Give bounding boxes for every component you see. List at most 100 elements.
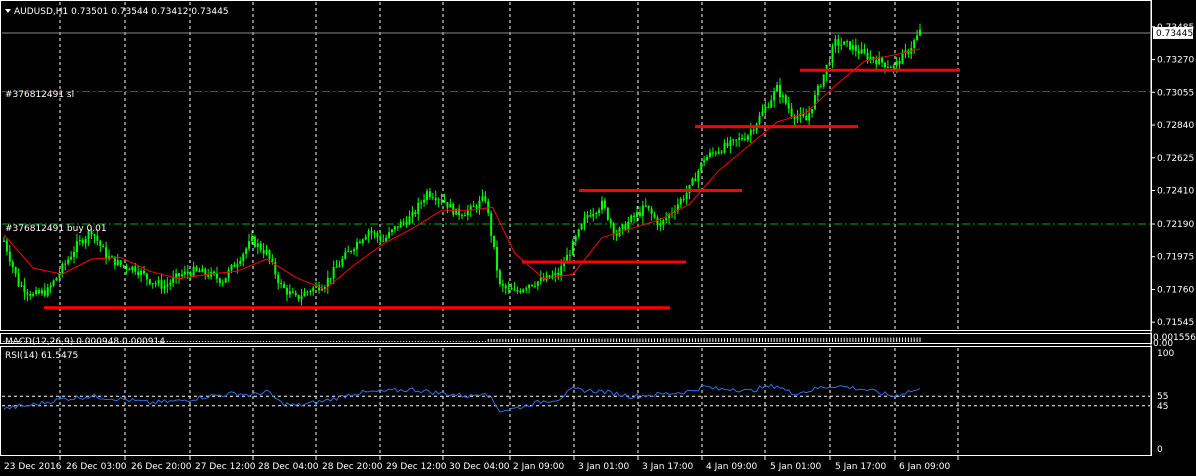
- candle-body: [466, 210, 469, 216]
- candle-body: [151, 283, 154, 285]
- candle-body: [781, 95, 784, 98]
- time-axis: 23 Dec 2016 26 Dec 03:00 26 Dec 20:00 27 De…: [4, 456, 959, 472]
- candle-body: [691, 178, 694, 186]
- candle-body: [312, 287, 315, 292]
- candle-body: [700, 162, 703, 171]
- time-tick-label: 28 Dec 20:00: [322, 462, 383, 472]
- candle-body: [554, 272, 557, 276]
- candle-body: [437, 199, 440, 201]
- candle-body: [294, 292, 297, 296]
- candle-body: [43, 290, 46, 296]
- candle-body: [726, 142, 729, 146]
- candle-body: [288, 291, 291, 295]
- candle-body: [183, 271, 186, 275]
- candle-body: [461, 215, 463, 217]
- candle-body: [501, 284, 504, 286]
- candle-body: [262, 250, 265, 254]
- candle-body: [694, 178, 697, 182]
- rsi-title: RSI(14) 61.5475: [5, 351, 78, 361]
- candle-body: [516, 289, 519, 291]
- candle-body: [3, 240, 5, 242]
- dropdown-triangle-icon[interactable]: [5, 9, 11, 13]
- candle-body: [519, 290, 522, 293]
- candle-body: [714, 152, 717, 154]
- candle-body: [420, 202, 423, 204]
- candle-body: [609, 219, 612, 224]
- support-resistance-levels: [44, 68, 960, 310]
- candle-body: [863, 49, 866, 53]
- candle-body: [513, 289, 516, 291]
- candle-body: [192, 266, 195, 277]
- chart-canvas[interactable]: 0.734850.732700.730550.728400.726250.724…: [0, 0, 1196, 476]
- candle-body: [425, 191, 428, 200]
- candle-body: [137, 271, 140, 276]
- candle-body: [105, 247, 108, 260]
- candle-body: [431, 196, 434, 199]
- candle-body: [472, 206, 475, 208]
- candle-body: [843, 41, 846, 45]
- candle-body: [898, 61, 901, 65]
- candle-body: [455, 208, 458, 215]
- candle-body: [198, 270, 201, 273]
- candle-body: [172, 277, 175, 283]
- candle-body: [11, 261, 14, 268]
- candle-body: [592, 213, 595, 217]
- sl-line-label: #376812491 sl: [5, 90, 74, 100]
- candle-body: [309, 291, 312, 293]
- price-tick-label: 0.71975: [1157, 253, 1194, 263]
- candle-body: [227, 270, 230, 278]
- candle-body: [32, 293, 35, 296]
- candle-body: [207, 274, 210, 277]
- candle-body: [805, 116, 808, 121]
- candle-body: [644, 205, 647, 207]
- candle-body: [603, 200, 606, 208]
- candle-body: [533, 285, 536, 287]
- candle-body: [434, 198, 437, 201]
- candle-body: [75, 241, 78, 252]
- candle-body: [834, 39, 837, 47]
- candle-body: [463, 215, 466, 217]
- candle-body: [601, 200, 604, 210]
- candle-body: [306, 291, 309, 293]
- candle-body: [423, 199, 426, 203]
- candle-body: [396, 226, 399, 228]
- candle-body: [449, 203, 452, 208]
- candle-body: [857, 50, 860, 54]
- time-tick-label: 2 Jan 09:00: [513, 462, 565, 472]
- candle-body: [665, 218, 668, 221]
- candle-body: [621, 224, 624, 229]
- candle-body: [61, 263, 64, 274]
- candle-body: [787, 103, 790, 109]
- candle-body: [14, 267, 17, 274]
- candle-body: [180, 274, 183, 277]
- candle-body: [679, 198, 682, 205]
- candle-body: [580, 224, 583, 230]
- candle-body: [510, 287, 513, 290]
- candle-body: [110, 256, 113, 258]
- candle-body: [253, 236, 256, 247]
- candle-body: [606, 207, 609, 220]
- candle-body: [525, 288, 528, 290]
- candle-body: [157, 280, 160, 284]
- candle-body: [758, 115, 761, 124]
- candle-body: [38, 290, 41, 294]
- candle-body: [49, 285, 52, 288]
- candle-body: [496, 246, 499, 271]
- candle-body: [708, 152, 711, 157]
- candle-body: [29, 294, 32, 296]
- candle-body: [440, 199, 443, 201]
- candle-body: [831, 46, 834, 63]
- candle-body: [458, 208, 461, 216]
- candle-body: [577, 229, 580, 237]
- candle-body: [277, 274, 280, 284]
- macd-tick-label: 0.00: [1153, 339, 1173, 349]
- candle-body: [338, 265, 341, 267]
- candle-body: [901, 52, 904, 65]
- candle-body: [341, 258, 344, 266]
- candle-body: [239, 260, 242, 264]
- time-tick-label: 23 Dec 2016: [4, 462, 62, 472]
- candle-body: [230, 264, 233, 271]
- time-tick-label: 6 Jan 09:00: [899, 462, 951, 472]
- candle-body: [271, 258, 274, 263]
- moving-average: [3, 48, 921, 291]
